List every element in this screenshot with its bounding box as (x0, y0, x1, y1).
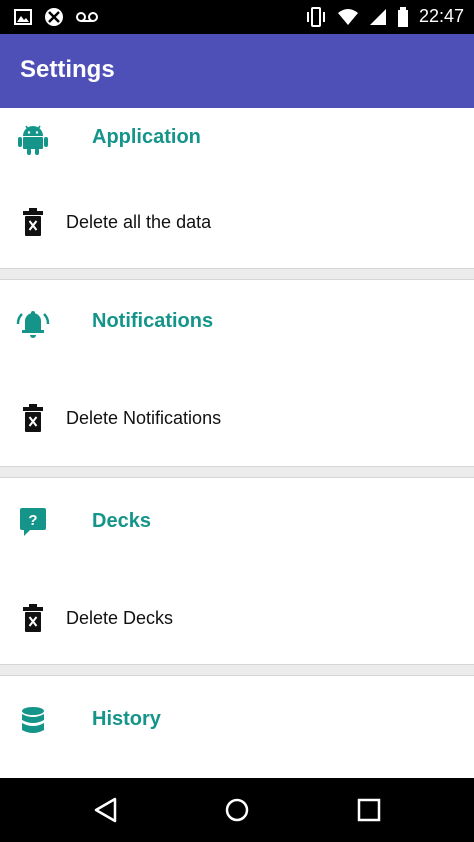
delete-notifications-item[interactable]: Delete Notifications (0, 404, 474, 460)
page-title: Settings (20, 56, 115, 83)
navigation-bar (0, 778, 474, 842)
bell-icon (16, 311, 50, 338)
sync-off-icon (45, 8, 63, 26)
section-title: Notifications (92, 310, 214, 332)
delete-decks-item[interactable]: Delete Decks (0, 604, 474, 660)
database-icon (22, 707, 44, 733)
vibrate-icon (306, 6, 325, 27)
section-divider (0, 466, 474, 478)
section-title: Decks (92, 510, 151, 532)
question-bubble-icon: ? (20, 508, 46, 536)
battery-icon (397, 6, 408, 27)
status-right-icons: 22:47 (305, 6, 464, 27)
status-left-icons (14, 7, 98, 27)
recents-icon[interactable] (351, 792, 387, 828)
android-icon (18, 125, 48, 155)
item-label: Delete Notifications (66, 408, 222, 428)
image-icon (14, 9, 32, 25)
signal-icon (369, 8, 386, 25)
voicemail-icon (76, 12, 98, 22)
status-time: 22:47 (418, 6, 464, 26)
item-label: Delete Decks (66, 608, 174, 628)
delete-all-data-item[interactable]: Delete all the data (0, 208, 474, 264)
trash-icon (23, 404, 43, 432)
section-title: Application (92, 126, 201, 148)
home-icon[interactable] (219, 792, 255, 828)
status-bar: 22:47 (0, 0, 474, 34)
svg-text:?: ? (28, 512, 37, 529)
section-header: Application (0, 122, 474, 182)
trash-icon (23, 208, 43, 236)
app-bar: Settings (0, 34, 474, 108)
back-icon[interactable] (88, 792, 124, 828)
section-header: History (0, 704, 474, 764)
section-divider (0, 268, 474, 280)
section-header: ? Decks (0, 506, 474, 566)
section-title: History (92, 708, 161, 730)
section-divider (0, 664, 474, 676)
section-header: Notifications (0, 306, 474, 366)
wifi-icon (337, 8, 358, 25)
item-label: Delete all the data (66, 212, 212, 232)
trash-icon (23, 604, 43, 632)
settings-list[interactable]: Application Delete all the data Notifica… (0, 108, 474, 778)
